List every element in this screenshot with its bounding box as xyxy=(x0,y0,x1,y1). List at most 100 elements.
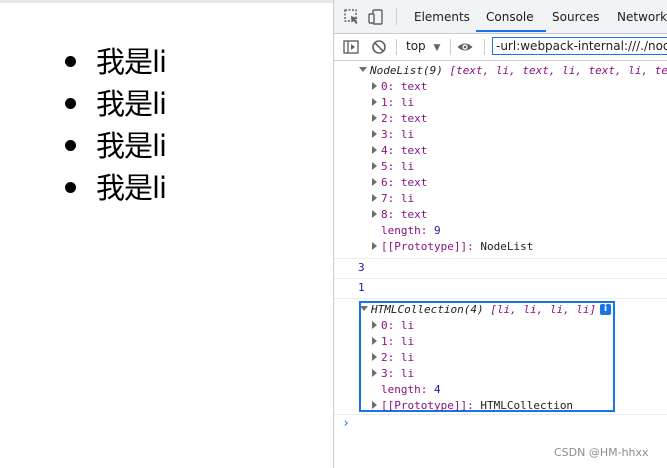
prototype-row[interactable]: [[Prototype]]: HTMLCollection xyxy=(372,398,573,414)
list-item-text: 我是li xyxy=(96,129,167,163)
message-divider xyxy=(334,414,667,415)
length-row: length: 4 xyxy=(381,382,441,398)
entry-key: 0: xyxy=(381,319,395,332)
entry-key: 3: xyxy=(381,128,395,141)
entry-value: li xyxy=(400,319,415,332)
log-message: 3 xyxy=(358,260,365,276)
collapsed-triangle-icon xyxy=(372,337,377,345)
list-item[interactable]: 2: text xyxy=(372,111,427,127)
prototype-value: HTMLCollection xyxy=(480,399,574,412)
console-output: NodeList(9) [text, li, text, li, text, l… xyxy=(334,61,667,468)
collapsed-triangle-icon xyxy=(372,130,377,138)
info-icon[interactable]: i xyxy=(600,304,611,315)
entry-key: 1: xyxy=(381,335,395,348)
bullet-dot xyxy=(65,56,76,67)
expand-triangle-icon xyxy=(360,306,368,311)
list-item[interactable]: 1: li xyxy=(372,334,414,350)
filter-input[interactable]: -url:webpack-internal:///./node_m xyxy=(492,37,667,55)
sidebar-toggle-icon[interactable] xyxy=(342,38,360,56)
entry-value: text xyxy=(400,208,428,221)
entry-value: li xyxy=(400,192,415,205)
list-item: 我是li xyxy=(60,41,167,83)
list-item-text: 我是li xyxy=(96,171,167,205)
tab-network[interactable]: Network xyxy=(617,0,667,33)
log-value: 3 xyxy=(358,261,365,274)
eye-icon[interactable] xyxy=(456,38,474,56)
entry-value: li xyxy=(400,160,415,173)
entry-key: 4: xyxy=(381,144,395,157)
bullet-dot xyxy=(65,140,76,151)
tab-console[interactable]: Console xyxy=(486,0,534,33)
list-item[interactable]: 3: li xyxy=(372,366,414,382)
list-item[interactable]: 4: text xyxy=(372,143,427,159)
collection-items: [li, li, li, li] xyxy=(490,303,597,316)
collapsed-triangle-icon xyxy=(372,210,377,218)
list-item: 我是li xyxy=(60,83,167,125)
tab-sources[interactable]: Sources xyxy=(552,0,599,33)
list-item[interactable]: 0: text xyxy=(372,79,427,95)
console-prompt[interactable]: › xyxy=(342,416,350,431)
prototype-key: [[Prototype]]: xyxy=(381,240,474,253)
message-divider xyxy=(334,258,667,259)
list-item[interactable]: 6: text xyxy=(372,175,427,191)
tabbar-separator xyxy=(396,8,397,25)
bullet-dot xyxy=(65,98,76,109)
entry-value: li xyxy=(400,128,415,141)
entry-value: text xyxy=(400,176,428,189)
list-item-text: 我是li xyxy=(96,87,167,121)
bullet-list: 我是li 我是li 我是li 我是li xyxy=(60,41,167,209)
list-item[interactable]: 3: li xyxy=(372,127,414,143)
collapsed-triangle-icon xyxy=(372,194,377,202)
collapsed-triangle-icon xyxy=(372,146,377,154)
chevron-down-icon: ▼ xyxy=(433,43,441,53)
entry-key: 2: xyxy=(381,351,395,364)
collapsed-triangle-icon xyxy=(372,82,377,90)
entry-value: li xyxy=(400,351,415,364)
list-item: 我是li xyxy=(60,125,167,167)
list-item[interactable]: 7: li xyxy=(372,191,414,207)
entry-key: 2: xyxy=(381,112,395,125)
clear-console-icon[interactable] xyxy=(370,38,388,56)
entry-value: li xyxy=(400,96,415,109)
collapsed-triangle-icon xyxy=(372,178,377,186)
list-item[interactable]: 1: li xyxy=(372,95,414,111)
nodelist-summary[interactable]: NodeList(9) [text, li, text, li, text, l… xyxy=(359,63,667,79)
collapsed-triangle-icon xyxy=(372,401,377,409)
nodelist-items: [text, li, text, li, text, li, tex xyxy=(449,64,667,77)
prototype-row[interactable]: [[Prototype]]: NodeList xyxy=(372,239,533,255)
collapsed-triangle-icon xyxy=(372,98,377,106)
collapsed-triangle-icon xyxy=(372,353,377,361)
expand-triangle-icon xyxy=(359,67,367,72)
tab-elements[interactable]: Elements xyxy=(414,0,470,33)
collapsed-triangle-icon xyxy=(372,369,377,377)
inspect-icon[interactable] xyxy=(343,8,361,26)
page-viewport: 我是li 我是li 我是li 我是li xyxy=(0,3,333,468)
length-row: length: 9 xyxy=(381,223,441,239)
entry-key: 7: xyxy=(381,192,395,205)
length-key: length: xyxy=(381,224,428,237)
toolbar-separator xyxy=(484,39,485,55)
entry-key: 5: xyxy=(381,160,395,173)
entry-value: li xyxy=(400,367,415,380)
list-item: 我是li xyxy=(60,167,167,209)
context-select[interactable]: top ▼ xyxy=(406,39,440,53)
context-label: top xyxy=(406,39,426,53)
list-item[interactable]: 0: li xyxy=(372,318,414,334)
entry-key: 0: xyxy=(381,80,395,93)
bullet-dot xyxy=(65,182,76,193)
list-item[interactable]: 2: li xyxy=(372,350,414,366)
collection-name: HTMLCollection(4) xyxy=(371,303,484,316)
message-divider xyxy=(334,298,667,299)
list-item[interactable]: 8: text xyxy=(372,207,427,223)
device-toolbar-icon[interactable] xyxy=(367,8,385,26)
entry-value: li xyxy=(400,335,415,348)
log-value: 1 xyxy=(358,281,365,294)
length-value: 9 xyxy=(433,224,441,237)
entry-key: 8: xyxy=(381,208,395,221)
entry-value: text xyxy=(400,80,428,93)
toolbar-separator xyxy=(450,39,451,55)
collapsed-triangle-icon xyxy=(372,162,377,170)
list-item[interactable]: 5: li xyxy=(372,159,414,175)
length-key: length: xyxy=(381,383,428,396)
collection-summary[interactable]: HTMLCollection(4) [li, li, li, li] xyxy=(360,302,596,318)
